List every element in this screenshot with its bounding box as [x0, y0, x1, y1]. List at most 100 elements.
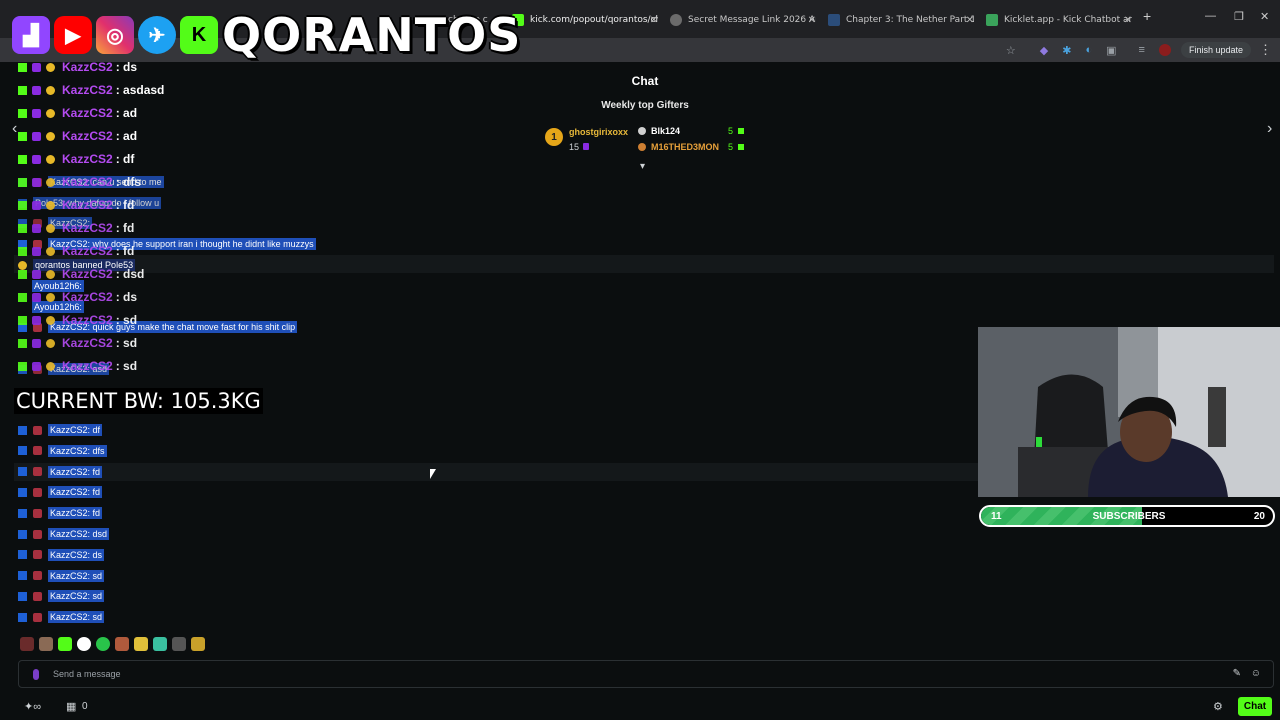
- sub-badge-icon: [32, 177, 41, 187]
- banana-badge-icon: [46, 246, 55, 256]
- chat-username[interactable]: KazzCS2: [62, 336, 113, 350]
- browser-tab-4[interactable]: Kicklet.app - Kick Chatbot and ✕: [986, 8, 1132, 32]
- tab-close-icon[interactable]: ✕: [650, 15, 658, 26]
- chat-username[interactable]: KazzCS2: [62, 359, 113, 373]
- gifter-name[interactable]: M16THED3MON: [651, 142, 719, 152]
- chat-message[interactable]: KazzCS2: ds: [18, 548, 105, 561]
- kick-badge-icon: [18, 154, 27, 164]
- new-tab-icon[interactable]: +: [1143, 8, 1151, 24]
- browser-tab-3[interactable]: Chapter 3: The Nether Part 1 - ✕: [828, 8, 974, 32]
- tab-close-icon[interactable]: ✕: [966, 15, 974, 26]
- twitter-logo-icon: ✈: [138, 16, 176, 54]
- chat-username[interactable]: KazzCS2: [62, 60, 113, 74]
- kicklet-favicon-icon: [986, 14, 998, 26]
- browser-tab-1[interactable]: kick.com/popout/qorantos/cha ✕: [512, 8, 658, 32]
- emote-icon[interactable]: [20, 637, 34, 651]
- stream-logo-overlay: ▟ ▶ ◎ ✈ K QORANTOS: [12, 8, 521, 62]
- gift-badge-icon: [33, 508, 42, 518]
- chat-username[interactable]: KazzCS2: [62, 129, 113, 143]
- overlay-chat-line: KazzCS2: sd: [18, 313, 137, 327]
- browser-tab-2[interactable]: Secret Message Link 2026 Anc ✕: [670, 8, 816, 32]
- emote-icon[interactable]: [115, 637, 129, 651]
- emote-icon[interactable]: [134, 637, 148, 651]
- profile-avatar[interactable]: [1158, 44, 1171, 56]
- silver-medal-icon: [638, 127, 646, 135]
- chat-username[interactable]: KazzCS2: [62, 221, 113, 235]
- chat-message[interactable]: KazzCS2: sd: [18, 611, 105, 624]
- chat-footer: ✦∞ ▦ 0 ⚙ Chat: [0, 696, 1280, 720]
- emote-icon[interactable]: [77, 637, 91, 651]
- extension-icon[interactable]: ✱: [1062, 44, 1071, 57]
- overlay-chat-line: KazzCS2: fd: [18, 221, 134, 235]
- checkbox-icon: [18, 425, 27, 435]
- extension-icon[interactable]: ◐: [1085, 44, 1092, 56]
- chat-text: : dsd: [115, 267, 145, 281]
- chat-username[interactable]: KazzCS2: [62, 198, 113, 212]
- chat-message[interactable]: KazzCS2: df: [18, 424, 103, 436]
- gift-badge-icon: [33, 591, 42, 601]
- chat-message[interactable]: KazzCS2: sd: [18, 590, 105, 603]
- menu-icon[interactable]: ⋮: [1259, 42, 1272, 58]
- gift-icon[interactable]: ▦: [66, 700, 76, 713]
- chat-username[interactable]: KazzCS2: [62, 106, 113, 120]
- chat-message-text: KazzCS2: dfs: [48, 444, 107, 457]
- chat-message[interactable]: KazzCS2: fd: [18, 465, 103, 478]
- chat-message[interactable]: KazzCS2: dfs: [18, 444, 107, 457]
- emote-icon[interactable]: [96, 637, 110, 651]
- chat-message[interactable]: KazzCS2: dsd: [18, 528, 110, 540]
- emote-icon[interactable]: [172, 637, 186, 651]
- chat-username[interactable]: KazzCS2: [62, 244, 113, 258]
- sub-badge-icon: [32, 131, 41, 141]
- chat-text: : sd: [115, 336, 138, 350]
- bodyweight-label: CURRENT BW: 105.3KG: [14, 388, 263, 414]
- message-input[interactable]: Send a message ✎ ☺: [18, 660, 1274, 688]
- collapse-icon[interactable]: ▾: [640, 161, 645, 172]
- chat-username[interactable]: KazzCS2: [62, 290, 113, 304]
- bookmark-star-icon[interactable]: ☆: [1006, 44, 1016, 57]
- chat-message-text: KazzCS2: df: [48, 424, 103, 436]
- window-close-icon[interactable]: ✕: [1260, 10, 1269, 23]
- chat-message[interactable]: KazzCS2: sd: [18, 569, 105, 582]
- chat-username[interactable]: KazzCS2: [62, 175, 113, 189]
- tab-close-icon[interactable]: ✕: [808, 15, 816, 26]
- puzzle-icon[interactable]: ▣: [1106, 44, 1116, 57]
- chat-username[interactable]: KazzCS2: [62, 83, 113, 97]
- chat-message[interactable]: KazzCS2: fd: [18, 507, 103, 520]
- emoji-icon[interactable]: ☺: [1251, 668, 1261, 679]
- overlay-chat-line: KazzCS2: asdasd: [18, 83, 164, 97]
- chevron-right-icon[interactable]: ›: [1267, 120, 1272, 138]
- kick-badge-icon: [18, 246, 27, 256]
- minimize-icon[interactable]: —: [1205, 10, 1216, 22]
- chat-message-text: KazzCS2: dsd: [48, 528, 110, 540]
- chevron-left-icon[interactable]: ‹: [12, 120, 17, 138]
- emote-icon[interactable]: [153, 637, 167, 651]
- mic-icon[interactable]: [33, 669, 39, 680]
- finish-update-button[interactable]: Finish update: [1180, 42, 1251, 58]
- media-icon[interactable]: ≡: [1139, 44, 1145, 56]
- youtube-logo-icon: ▶: [54, 16, 92, 54]
- extension-icon[interactable]: ◆: [1040, 44, 1048, 57]
- kick-badge-icon: [18, 223, 27, 233]
- gifter-name[interactable]: Blk124: [651, 126, 680, 136]
- instagram-logo-icon: ◎: [96, 16, 134, 54]
- kick-emote-icon[interactable]: ✎: [1233, 668, 1241, 679]
- tab-close-icon[interactable]: ✕: [1124, 15, 1132, 26]
- emote-icon[interactable]: [39, 637, 53, 651]
- chat-message[interactable]: KazzCS2: fd: [18, 486, 103, 499]
- gifter-name[interactable]: ghostgirixoxx: [569, 127, 628, 137]
- points-icon[interactable]: ✦∞: [24, 700, 41, 713]
- chat-username[interactable]: KazzCS2: [62, 267, 113, 281]
- crown-favicon-icon: [828, 14, 840, 26]
- send-chat-button[interactable]: Chat: [1238, 697, 1272, 716]
- sub-badge-icon: [32, 338, 41, 348]
- emote-icon[interactable]: [191, 637, 205, 651]
- restore-icon[interactable]: ❐: [1234, 10, 1244, 23]
- tab-label: Chapter 3: The Nether Part 1 -: [846, 15, 974, 25]
- sub-badge-icon: [32, 200, 41, 210]
- checkbox-icon: [18, 571, 27, 581]
- chat-username[interactable]: KazzCS2: [62, 313, 113, 327]
- settings-gear-icon[interactable]: ⚙: [1213, 700, 1223, 713]
- checkbox-icon: [18, 467, 27, 477]
- chat-username[interactable]: KazzCS2: [62, 152, 113, 166]
- emote-icon[interactable]: [58, 637, 72, 651]
